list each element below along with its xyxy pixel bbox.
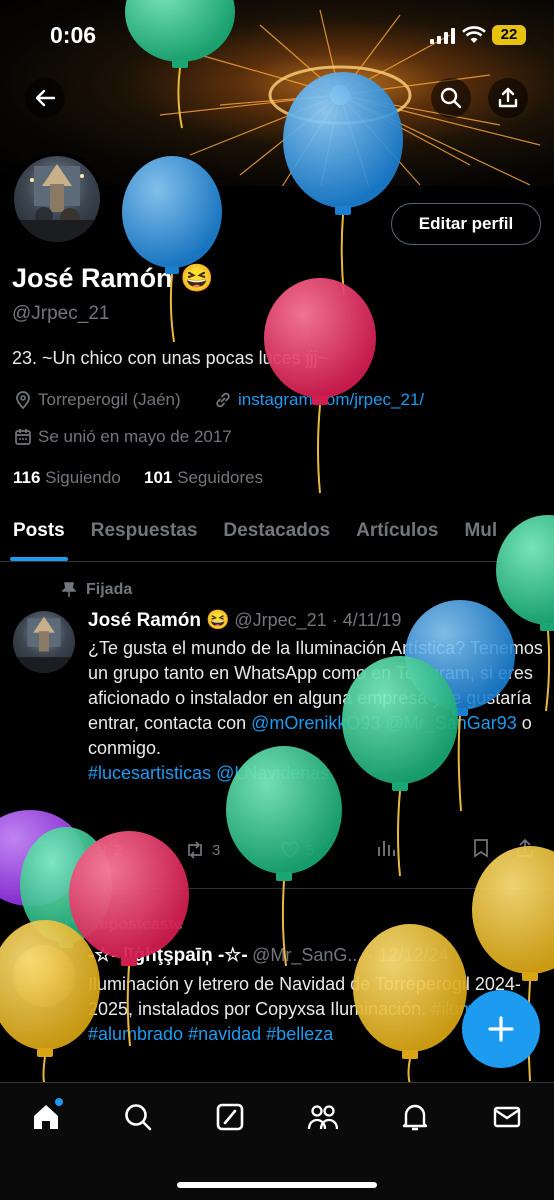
link-text[interactable]: instagram.com/jrpec_21/ bbox=[238, 390, 424, 410]
profile-name: José Ramón 😆 bbox=[12, 263, 214, 293]
followers-label: Seguidores bbox=[177, 468, 264, 487]
following-count: 116 bbox=[13, 468, 41, 487]
tweet-header: -☆- līģhţşpaīņ -☆- @Mr_SanG... · 12/12/2… bbox=[88, 944, 448, 967]
tweet-avatar[interactable] bbox=[13, 945, 75, 1007]
repost-button[interactable]: 3 bbox=[184, 840, 280, 860]
hashtag-link[interactable]: #navidad bbox=[188, 1024, 261, 1044]
profile-joined: Se unió en mayo de 2017 bbox=[14, 427, 232, 447]
communities-icon bbox=[307, 1105, 339, 1130]
location-pin-icon bbox=[16, 391, 30, 409]
views-button[interactable] bbox=[376, 838, 472, 862]
share-icon bbox=[517, 838, 533, 857]
tweet-divider bbox=[0, 888, 554, 889]
repost-indicator: Reposteaste bbox=[62, 916, 183, 934]
tweet-author-name[interactable]: José Ramón 😆 bbox=[88, 610, 230, 631]
tab-highlights[interactable]: Destacados bbox=[210, 510, 343, 561]
tab-replies[interactable]: Respuestas bbox=[78, 510, 211, 561]
hashtag-link[interactable]: #alumbrado bbox=[88, 1024, 183, 1044]
profile-link[interactable]: instagram.com/jrpec_21/ bbox=[214, 390, 424, 410]
link-icon bbox=[216, 392, 230, 408]
profile-location: Torreperogil (Jaén) bbox=[14, 390, 181, 410]
status-time: 0:06 bbox=[50, 22, 97, 48]
mention-link[interactable]: @LNavidenas bbox=[216, 763, 329, 783]
reply-button[interactable]: 2 bbox=[88, 840, 184, 860]
pinned-indicator: Fijada bbox=[62, 581, 132, 599]
like-count: 5 bbox=[306, 841, 315, 859]
grok-icon bbox=[216, 1103, 244, 1131]
share-icon bbox=[498, 87, 518, 108]
like-button[interactable]: 5 bbox=[280, 840, 376, 860]
cell-signal-icon bbox=[430, 28, 455, 44]
arrow-left-icon bbox=[35, 89, 56, 107]
mention-link[interactable]: @mOrenikkO93 bbox=[251, 713, 380, 733]
tab-posts[interactable]: Posts bbox=[0, 510, 78, 561]
compose-button[interactable] bbox=[462, 990, 540, 1068]
hashtag-link[interactable]: #belleza bbox=[266, 1024, 333, 1044]
following-link[interactable]: 116 Siguiendo bbox=[13, 468, 121, 488]
tweet-header: José Ramón 😆 @Jrpec_21 · 4/11/19 bbox=[88, 608, 401, 632]
reply-icon bbox=[89, 842, 106, 860]
repost-icon bbox=[188, 841, 202, 859]
messages-icon bbox=[493, 1106, 521, 1128]
joined-text: Se unió en mayo de 2017 bbox=[38, 427, 232, 446]
search-icon bbox=[440, 87, 462, 109]
repost-icon bbox=[65, 918, 77, 932]
reply-count: 2 bbox=[114, 841, 123, 859]
tweet-share-button[interactable] bbox=[516, 838, 534, 862]
pin-icon bbox=[62, 582, 76, 597]
bookmark-icon bbox=[474, 839, 488, 858]
home-indicator[interactable] bbox=[177, 1182, 377, 1188]
avatar-image bbox=[13, 616, 75, 673]
tweet-actions: 2 3 5 bbox=[88, 838, 548, 862]
profile-tabs: Posts Respuestas Destacados Artículos Mu… bbox=[0, 510, 554, 562]
status-bar: 0:06 22 bbox=[0, 0, 554, 60]
back-button[interactable] bbox=[25, 78, 65, 118]
nav-messages[interactable] bbox=[490, 1100, 524, 1134]
tweet-handle-date: @Mr_SanG... · 12/12/24 bbox=[252, 945, 449, 965]
nav-communities[interactable] bbox=[306, 1100, 340, 1134]
search-icon bbox=[125, 1104, 152, 1131]
tweet-author-name[interactable]: -☆- līģhţşpaīņ -☆- bbox=[88, 945, 248, 966]
views-icon bbox=[378, 841, 395, 856]
balloon-red bbox=[264, 278, 376, 494]
wifi-icon bbox=[462, 26, 486, 43]
profile-handle: @Jrpec_21 bbox=[12, 303, 110, 324]
nav-notifications[interactable] bbox=[398, 1100, 432, 1134]
tweet-handle-date: @Jrpec_21 · 4/11/19 bbox=[234, 610, 402, 630]
nav-home[interactable] bbox=[29, 1098, 63, 1134]
pinned-label: Fijada bbox=[86, 581, 133, 598]
tab-articles[interactable]: Artículos bbox=[343, 510, 451, 561]
battery-indicator: 22 bbox=[492, 25, 526, 45]
edit-profile-button[interactable]: Editar perfil bbox=[391, 203, 541, 245]
mention-link[interactable]: @Mr_SanGar93 bbox=[385, 713, 516, 733]
heart-icon bbox=[281, 841, 299, 859]
following-label: Siguiendo bbox=[45, 468, 121, 487]
bookmark-button[interactable] bbox=[472, 838, 516, 862]
profile-avatar[interactable] bbox=[10, 152, 104, 246]
notification-dot bbox=[55, 1098, 63, 1106]
tweet-avatar[interactable] bbox=[13, 611, 75, 673]
calendar-icon bbox=[15, 429, 31, 445]
hashtag-link[interactable]: #lucesartisticas bbox=[88, 763, 211, 783]
repost-label: Reposteaste bbox=[88, 916, 184, 933]
share-button[interactable] bbox=[488, 78, 528, 118]
profile-bio: 23. ~Un chico con unas pocas luces jjj~ bbox=[12, 348, 329, 368]
search-profile-button[interactable] bbox=[431, 78, 471, 118]
avatar-image bbox=[14, 164, 100, 242]
tab-media[interactable]: Mul bbox=[451, 510, 510, 561]
balloon-purple bbox=[0, 810, 85, 906]
repost-count: 3 bbox=[212, 841, 221, 859]
nav-grok[interactable] bbox=[213, 1100, 247, 1134]
location-text: Torreperogil (Jaén) bbox=[38, 390, 181, 409]
tweet-body[interactable]: ¿Te gusta el mundo de la Iluminación Art… bbox=[88, 636, 543, 786]
followers-count: 101 bbox=[144, 468, 173, 487]
followers-link[interactable]: 101 Seguidores bbox=[144, 468, 263, 488]
nav-search[interactable] bbox=[121, 1100, 155, 1134]
plus-icon bbox=[488, 1016, 514, 1042]
notifications-icon bbox=[402, 1104, 428, 1131]
